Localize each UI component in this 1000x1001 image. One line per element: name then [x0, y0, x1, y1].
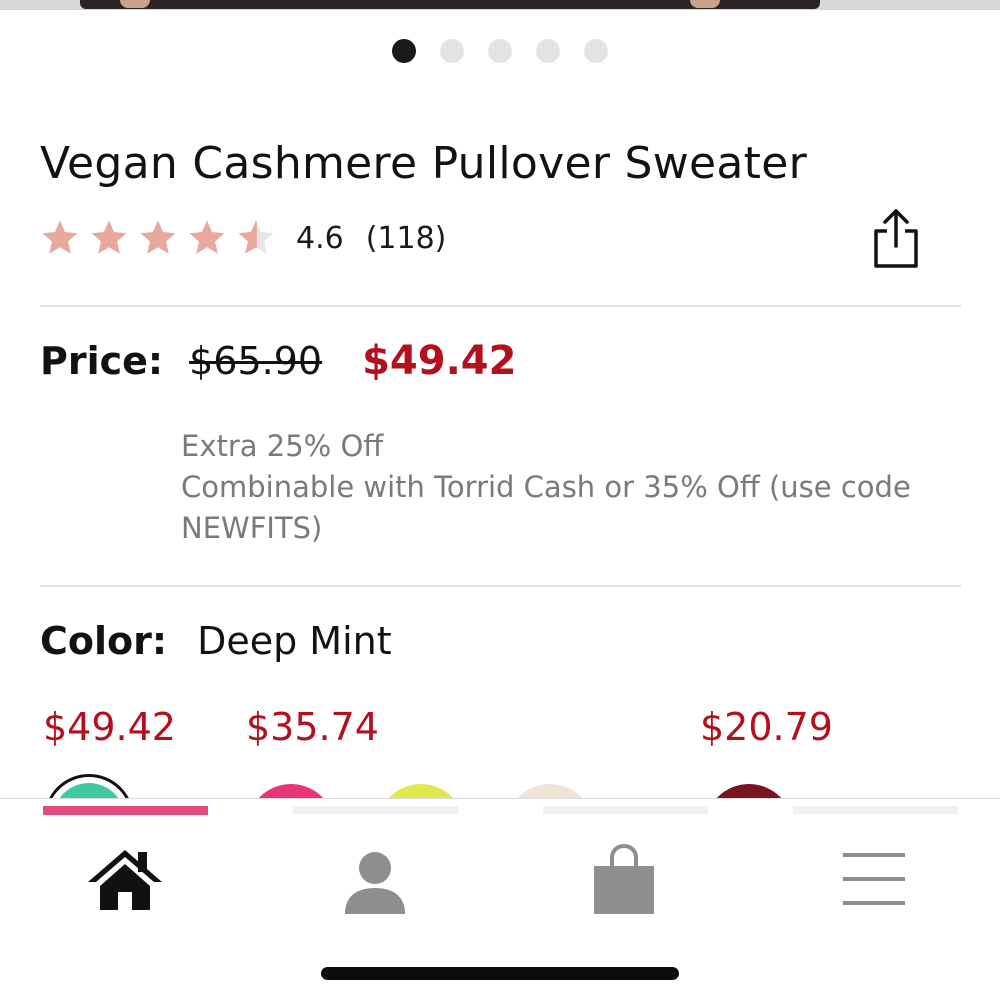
selected-color-name: Deep Mint	[197, 619, 392, 663]
star-icon	[140, 220, 176, 254]
shopping-bag-icon	[594, 843, 654, 914]
star-rating	[38, 217, 278, 259]
product-title: Vegan Cashmere Pullover Sweater	[40, 138, 807, 189]
divider	[40, 305, 961, 307]
color-label: Color:	[40, 619, 168, 663]
carousel-dot[interactable]	[584, 39, 608, 63]
original-price: $65.90	[189, 339, 323, 383]
review-count[interactable]: (118)	[366, 221, 447, 256]
tab-account[interactable]	[343, 850, 407, 916]
tab-indicator	[793, 806, 958, 814]
star-icon	[189, 220, 225, 254]
hamburger-menu-icon	[843, 853, 905, 905]
price-row: Price: $65.90 $49.42	[40, 338, 516, 384]
carousel-dot[interactable]	[440, 39, 464, 63]
tab-indicator	[543, 806, 708, 814]
home-indicator	[321, 967, 679, 980]
star-icon	[42, 220, 78, 254]
promo-line: NEWFITS)	[181, 511, 323, 545]
product-image-detail	[120, 0, 150, 8]
product-image-strip[interactable]	[0, 0, 1000, 10]
tab-bag[interactable]	[592, 843, 656, 916]
home-icon	[88, 850, 162, 910]
rating-value: 4.6	[296, 220, 344, 256]
user-icon	[345, 852, 405, 914]
divider	[40, 585, 961, 587]
swatch-price: $49.42	[43, 705, 176, 749]
active-tab-indicator	[43, 806, 208, 815]
half-star-icon	[238, 220, 274, 254]
promo-line: Combinable with Torrid Cash or 35% Off (…	[181, 470, 911, 504]
color-row: Color: Deep Mint	[40, 619, 392, 663]
carousel-dot[interactable]	[488, 39, 512, 63]
sale-price: $49.42	[362, 338, 517, 384]
star-icon	[91, 220, 127, 254]
swatch-price: $20.79	[700, 705, 833, 749]
share-icon	[874, 209, 918, 268]
carousel-dot[interactable]	[536, 39, 560, 63]
carousel-pagination	[0, 39, 1000, 63]
tab-indicator	[293, 806, 458, 814]
price-label: Price:	[40, 339, 164, 383]
promo-message: Extra 25% Off Combinable with Torrid Cas…	[181, 426, 971, 549]
swatch-price: $35.74	[246, 705, 379, 749]
tab-menu[interactable]	[843, 853, 905, 905]
product-image-detail	[690, 0, 720, 8]
promo-line: Extra 25% Off	[181, 429, 384, 463]
share-button[interactable]	[868, 205, 924, 271]
tab-home[interactable]	[86, 846, 164, 912]
carousel-dot[interactable]	[392, 39, 416, 63]
product-rating[interactable]: 4.6 (118)	[38, 214, 446, 262]
